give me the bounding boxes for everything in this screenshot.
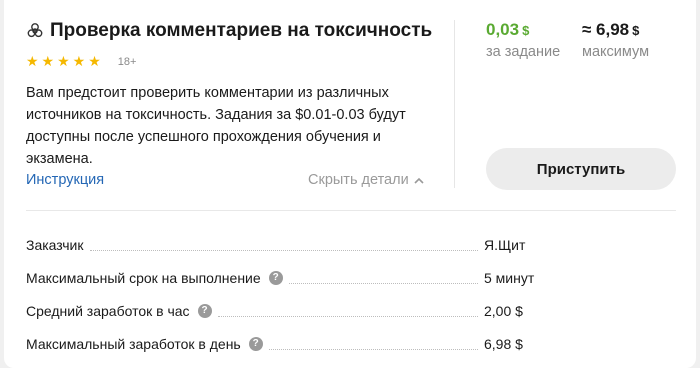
rating-stars: ★★★★★: [26, 53, 104, 69]
detail-label: Максимальный заработок в день?: [26, 336, 263, 352]
rating: ★★★★★ 18+: [26, 53, 136, 70]
detail-value: 2,00 $: [484, 302, 523, 319]
age-rating-badge: 18+: [117, 55, 137, 68]
detail-value: Я.Щит: [484, 236, 526, 253]
price-label: за задание: [486, 44, 561, 60]
detail-value: 6,98 $: [484, 335, 523, 352]
instruction-link[interactable]: Инструкция: [26, 172, 104, 188]
price-per-task: 0,03 $: [486, 20, 529, 40]
horizontal-divider: [26, 210, 676, 211]
hide-details-button[interactable]: Скрыть детали: [308, 172, 424, 188]
dotted-leader: [288, 272, 478, 284]
biohazard-icon: [26, 22, 44, 40]
dotted-leader: [217, 305, 478, 317]
help-icon[interactable]: ?: [248, 336, 263, 351]
detail-label: Средний заработок в час?: [26, 303, 212, 319]
help-icon[interactable]: ?: [197, 303, 212, 318]
detail-label-text: Максимальный заработок в день: [26, 335, 241, 352]
dotted-leader: [89, 239, 478, 251]
price-value: 0,03: [486, 20, 520, 39]
details-list: Заказчик Я.Щит Максимальный срок на выпо…: [26, 228, 676, 360]
detail-label-text: Максимальный срок на выполнение: [26, 269, 261, 286]
task-description: Вам предстоит проверить комментарии из р…: [26, 85, 406, 167]
help-icon[interactable]: ?: [268, 270, 283, 285]
vertical-divider: [454, 20, 455, 188]
detail-label: Максимальный срок на выполнение?: [26, 270, 283, 286]
detail-row-customer: Заказчик Я.Щит: [26, 228, 676, 261]
max-currency: $: [632, 23, 640, 38]
detail-row-deadline: Максимальный срок на выполнение? 5 минут: [26, 261, 676, 294]
detail-value: 5 минут: [484, 269, 535, 286]
max-label: максимум: [582, 44, 650, 60]
max-earnings: ≈ 6,98 $: [582, 20, 639, 40]
detail-label-text: Средний заработок в час: [26, 302, 190, 319]
chevron-up-icon: [414, 177, 424, 184]
detail-row-daily: Максимальный заработок в день? 6,98 $: [26, 327, 676, 360]
price-currency: $: [522, 23, 530, 38]
task-title: Проверка комментариев на токсичность: [26, 20, 432, 42]
dotted-leader: [268, 338, 478, 350]
start-button[interactable]: Приступить: [486, 148, 676, 190]
hide-details-label: Скрыть детали: [308, 172, 409, 188]
task-card: Проверка комментариев на токсичность ★★★…: [4, 0, 696, 368]
detail-label-text: Заказчик: [26, 236, 84, 253]
task-title-text: Проверка комментариев на токсичность: [50, 20, 433, 41]
detail-row-hourly: Средний заработок в час? 2,00 $: [26, 294, 676, 327]
detail-label: Заказчик: [26, 237, 84, 253]
max-value: ≈ 6,98: [582, 20, 630, 39]
